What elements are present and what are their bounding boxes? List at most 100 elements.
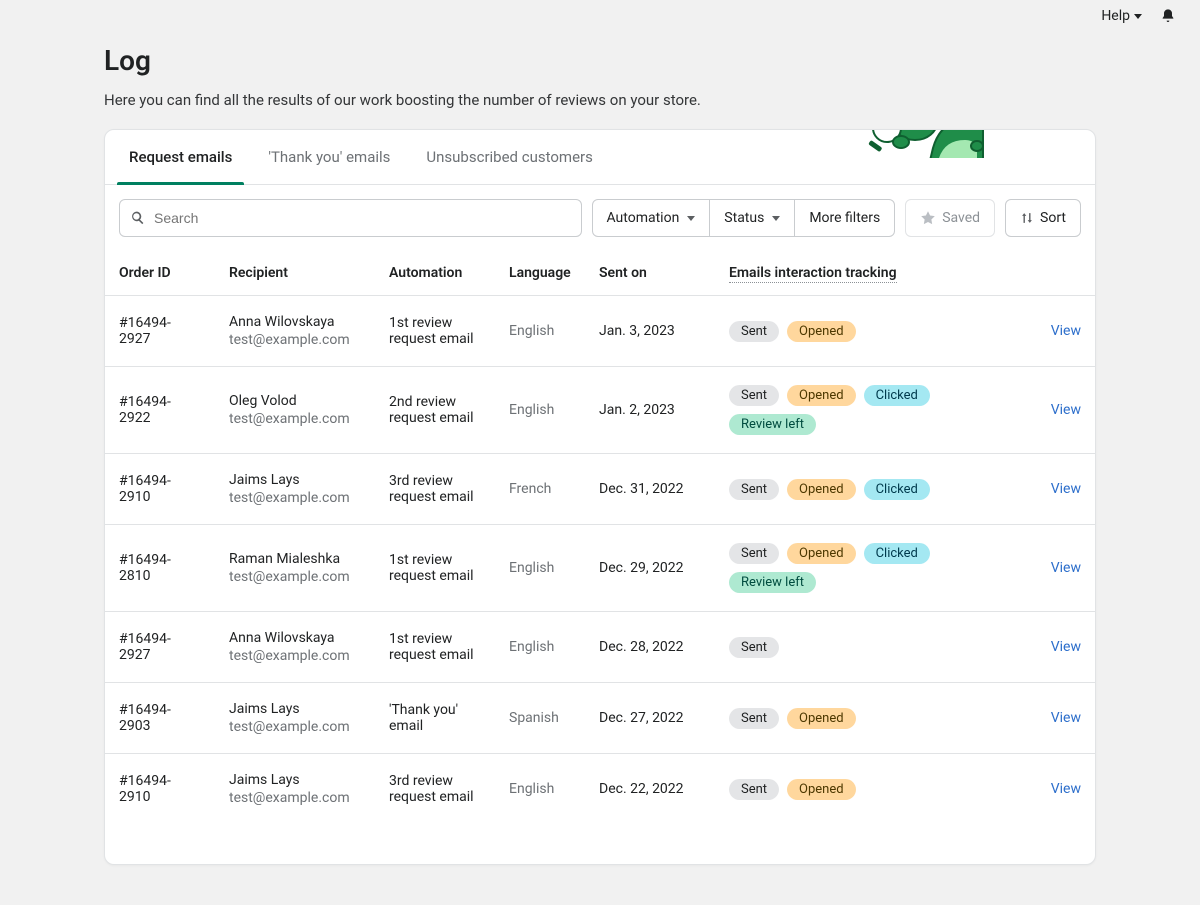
badges-cell: SentOpenedClicked — [715, 454, 1025, 525]
view-link[interactable]: View — [1051, 481, 1081, 497]
saved-button[interactable]: Saved — [905, 199, 995, 237]
badges-cell: Sent — [715, 612, 1025, 683]
top-bar: Help — [0, 0, 1200, 32]
order-id: #16494-2927 — [105, 296, 215, 367]
badge-opened: Opened — [787, 321, 856, 342]
recipient-name: Raman Mialeshka — [229, 551, 361, 567]
language-cell: English — [495, 525, 585, 612]
badges-cell: SentOpenedClickedReview left — [715, 367, 1025, 454]
badges-cell: Sent Opened — [715, 683, 1025, 754]
recipient-cell: Raman Mialeshka test@example.com — [215, 525, 375, 612]
badge-sent: Sent — [729, 708, 779, 729]
page-subtitle: Here you can find all the results of our… — [104, 91, 1096, 109]
sort-icon — [1020, 211, 1034, 225]
recipient-email: test@example.com — [229, 790, 361, 806]
tracking-label: Emails interaction tracking — [729, 265, 897, 283]
recipient-cell: Jaims Laystest@example.com — [215, 454, 375, 525]
recipient-cell: Oleg Volod test@example.com — [215, 367, 375, 454]
recipient-email: test@example.com — [229, 569, 361, 585]
automation-cell: 1st review request email — [375, 296, 495, 367]
table-row: #16494-2922 Oleg Volod test@example.com 2nd… — [105, 367, 1095, 454]
language-cell: English — [495, 296, 585, 367]
recipient-email: test@example.com — [229, 648, 361, 664]
view-link[interactable]: View — [1051, 402, 1081, 418]
saved-label: Saved — [942, 210, 980, 226]
badge-sent: Sent — [729, 321, 779, 342]
badge-opened: Opened — [787, 385, 856, 406]
badge-clicked: Clicked — [864, 543, 930, 564]
view-link[interactable]: View — [1051, 560, 1081, 576]
col-tracking: Emails interaction tracking — [715, 251, 1025, 296]
view-link[interactable]: View — [1051, 639, 1081, 655]
badge-sent: Sent — [729, 385, 779, 406]
col-view — [1025, 251, 1095, 296]
badge-sent: Sent — [729, 779, 779, 800]
tab-2[interactable]: Unsubscribed customers — [422, 130, 596, 184]
recipient-name: Anna Wilovskaya — [229, 630, 361, 646]
language-cell: English — [495, 367, 585, 454]
automation-cell: 1st review request email — [375, 525, 495, 612]
sort-button[interactable]: Sort — [1005, 199, 1081, 237]
order-id: #16494-2922 — [105, 367, 215, 454]
search-input[interactable] — [152, 209, 571, 227]
page-title: Log — [104, 44, 1096, 77]
col-order: Order ID — [105, 251, 215, 296]
badge-sent: Sent — [729, 543, 779, 564]
automation-cell: 1st review request email — [375, 612, 495, 683]
table-row: #16494-2927Anna Wilovskayatest@example.c… — [105, 612, 1095, 683]
automation-cell: 2nd review request email — [375, 367, 495, 454]
view-link[interactable]: View — [1051, 781, 1081, 797]
badge-clicked: Clicked — [864, 385, 930, 406]
tab-0[interactable]: Request emails — [125, 130, 236, 184]
badge-review: Review left — [729, 572, 816, 593]
col-language: Language — [495, 251, 585, 296]
badge-opened: Opened — [787, 479, 856, 500]
status-filter-label: Status — [724, 210, 764, 226]
badges-cell: Sent Opened — [715, 296, 1025, 367]
log-table: Order ID Recipient Automation Language S… — [105, 251, 1095, 824]
col-automation: Automation — [375, 251, 495, 296]
sent-cell: Jan. 2, 2023 — [585, 367, 715, 454]
automation-filter[interactable]: Automation — [592, 199, 711, 237]
log-card: Request emails 'Thank you' emails Unsubscr… — [104, 129, 1096, 865]
recipient-cell: Jaims Laystest@example.com — [215, 683, 375, 754]
sent-cell: Dec. 29, 2022 — [585, 525, 715, 612]
sent-cell: Dec. 31, 2022 — [585, 454, 715, 525]
sent-cell: Jan. 3, 2023 — [585, 296, 715, 367]
badge-opened: Opened — [787, 708, 856, 729]
bell-icon[interactable] — [1160, 8, 1176, 24]
badge-clicked: Clicked — [864, 479, 930, 500]
recipient-name: Jaims Lays — [229, 472, 361, 488]
order-id: #16494-2903 — [105, 683, 215, 754]
more-filters-label: More filters — [809, 210, 880, 226]
chevron-down-icon — [687, 216, 695, 221]
automation-cell: 3rd review request email — [375, 454, 495, 525]
table-row: #16494-2910Jaims Laystest@example.com3rd… — [105, 454, 1095, 525]
recipient-cell: Anna Wilovskayatest@example.com — [215, 296, 375, 367]
recipient-email: test@example.com — [229, 411, 361, 427]
status-filter[interactable]: Status — [709, 199, 795, 237]
sent-cell: Dec. 28, 2022 — [585, 612, 715, 683]
badges-cell: SentOpened — [715, 754, 1025, 825]
mascot-illustration — [825, 129, 985, 158]
view-link[interactable]: View — [1051, 323, 1081, 339]
recipient-name: Jaims Lays — [229, 701, 361, 717]
filter-segments: Automation Status More filters — [592, 199, 896, 237]
recipient-cell: Jaims Laystest@example.com — [215, 754, 375, 825]
recipient-name: Oleg Volod — [229, 393, 361, 409]
badge-sent: Sent — [729, 637, 779, 658]
tab-1[interactable]: 'Thank you' emails — [264, 130, 394, 184]
more-filters-button[interactable]: More filters — [794, 199, 895, 237]
chevron-down-icon — [772, 216, 780, 221]
col-recipient: Recipient — [215, 251, 375, 296]
language-cell: Spanish — [495, 683, 585, 754]
view-link[interactable]: View — [1051, 710, 1081, 726]
recipient-cell: Anna Wilovskaya test@example.com — [215, 612, 375, 683]
order-id: #16494-2910 — [105, 454, 215, 525]
help-dropdown[interactable]: Help — [1101, 8, 1142, 24]
language-cell: English — [495, 612, 585, 683]
automation-cell: 'Thank you' email — [375, 683, 495, 754]
order-id: #16494-2810 — [105, 525, 215, 612]
col-sent: Sent on — [585, 251, 715, 296]
search-field[interactable] — [119, 199, 582, 237]
